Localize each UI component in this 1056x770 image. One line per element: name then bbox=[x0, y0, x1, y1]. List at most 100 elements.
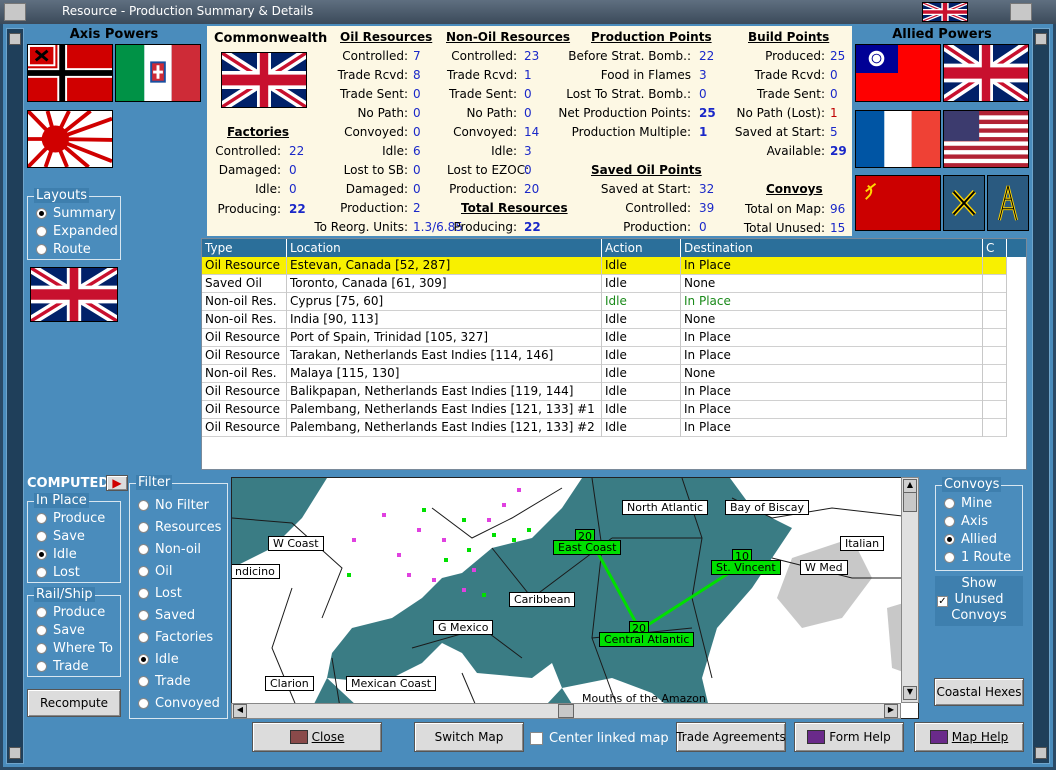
layout-route-option[interactable]: Route bbox=[36, 240, 91, 258]
center-linked-checkbox[interactable] bbox=[530, 731, 543, 745]
rail-ship-option[interactable]: Save bbox=[36, 621, 85, 639]
factories-label: Producing: bbox=[217, 202, 281, 216]
filter-group: Filter No Filter Resources Non-oil Oil Lost S… bbox=[129, 475, 228, 719]
table-row[interactable]: Oil Resource Palembang, Netherlands East … bbox=[202, 401, 1007, 419]
flag-japan[interactable] bbox=[27, 110, 113, 168]
table-row[interactable]: Non-oil Res. India [90, 113] Idle None bbox=[202, 311, 1007, 329]
table-row[interactable]: Oil Resource Balikpapan, Netherlands East… bbox=[202, 383, 1007, 401]
resources-table[interactable]: Type Location Action Destination C Oil R… bbox=[201, 238, 1027, 470]
in-place-option[interactable]: Lost bbox=[36, 563, 80, 581]
map-help-button[interactable]: Map Help bbox=[914, 722, 1024, 752]
radio-icon bbox=[36, 606, 47, 618]
rail-ship-option[interactable]: Trade bbox=[36, 657, 89, 675]
filter-option[interactable]: Convoyed bbox=[138, 694, 220, 712]
header-type[interactable]: Type bbox=[202, 239, 287, 257]
computed-arrow-button[interactable]: ▶ bbox=[106, 475, 128, 491]
flag-germany[interactable] bbox=[27, 44, 113, 102]
form-help-button[interactable]: Form Help bbox=[794, 722, 904, 752]
flag-usa[interactable] bbox=[943, 110, 1029, 168]
close-button[interactable]: Close bbox=[252, 722, 382, 752]
convoys-label: Allied bbox=[961, 531, 997, 547]
table-row[interactable]: Oil Resource Tarakan, Netherlands East In… bbox=[202, 347, 1007, 365]
table-row[interactable]: Non-oil Res. Malaya [115, 130] Idle None bbox=[202, 365, 1007, 383]
flag-commonwealth-small[interactable] bbox=[30, 267, 118, 322]
header-action[interactable]: Action bbox=[602, 239, 681, 257]
map-label-caribbean[interactable]: Caribbean bbox=[509, 592, 576, 607]
map-label-central-atlantic[interactable]: Central Atlantic bbox=[599, 632, 695, 647]
convoys-option[interactable]: 1 Route bbox=[944, 548, 1011, 566]
map-label-clarion[interactable]: Clarion bbox=[265, 676, 314, 691]
flag-france[interactable] bbox=[855, 110, 941, 168]
filter-option[interactable]: Factories bbox=[138, 628, 213, 646]
map-vertical-scrollbar[interactable]: ▲ ▼ bbox=[901, 477, 919, 703]
header-destination[interactable]: Destination bbox=[681, 239, 983, 257]
filter-option[interactable]: Oil bbox=[138, 562, 172, 580]
filter-option[interactable]: No Filter bbox=[138, 496, 209, 514]
rail-ship-option[interactable]: Where To bbox=[36, 639, 113, 657]
recompute-button[interactable]: Recompute bbox=[27, 689, 121, 717]
map-label-ndicino[interactable]: ndicino bbox=[232, 564, 280, 579]
layout-summary-option[interactable]: Summary bbox=[36, 204, 116, 222]
scroll-left-icon[interactable]: ◀ bbox=[233, 704, 247, 718]
in-place-option[interactable]: Save bbox=[36, 527, 85, 545]
rail-up-button[interactable] bbox=[1035, 33, 1047, 45]
world-map[interactable]: North Atlantic Bay of Biscay W Coast 20 … bbox=[231, 477, 919, 719]
table-row[interactable]: Non-oil Res. Cyprus [75, 60] Idle In Place bbox=[202, 293, 1007, 311]
summary-label: Lost to SB: bbox=[343, 163, 408, 177]
flag-ussr[interactable] bbox=[855, 175, 941, 231]
map-label-bay-of-biscay[interactable]: Bay of Biscay bbox=[725, 500, 810, 515]
tools-icon[interactable] bbox=[943, 175, 985, 231]
header-location[interactable]: Location bbox=[287, 239, 602, 257]
map-label-mexican-coast[interactable]: Mexican Coast bbox=[346, 676, 437, 691]
convoys-option[interactable]: Mine bbox=[944, 494, 992, 512]
table-row[interactable]: Saved Oil Toronto, Canada [61, 309] Idle No… bbox=[202, 275, 1007, 293]
map-label-g-mexico[interactable]: G Mexico bbox=[433, 620, 494, 635]
filter-option[interactable]: Lost bbox=[138, 584, 182, 602]
map-label-w-med[interactable]: W Med bbox=[800, 560, 848, 575]
rail-down-button[interactable] bbox=[9, 747, 21, 759]
cell-destination: None bbox=[681, 311, 983, 329]
scroll-thumb[interactable] bbox=[558, 704, 574, 718]
map-label-east-coast[interactable]: East Coast bbox=[553, 540, 622, 555]
rail-down-button[interactable] bbox=[1035, 747, 1047, 759]
filter-option[interactable]: Saved bbox=[138, 606, 195, 624]
rail-up-button[interactable] bbox=[9, 33, 21, 45]
scroll-up-icon[interactable]: ▲ bbox=[903, 479, 917, 493]
show-unused-checkbox[interactable]: ✓ bbox=[937, 596, 948, 607]
scroll-thumb[interactable] bbox=[903, 492, 917, 512]
table-row[interactable]: Oil Resource Palembang, Netherlands East … bbox=[202, 419, 1007, 437]
coastal-hexes-button[interactable]: Coastal Hexes bbox=[934, 678, 1024, 706]
table-row[interactable]: Oil Resource Estevan, Canada [52, 287] Idl… bbox=[202, 257, 1007, 275]
trade-agreements-button[interactable]: Trade Agreements bbox=[676, 722, 786, 752]
convoys-option[interactable]: Axis bbox=[944, 512, 988, 530]
system-menu-button[interactable] bbox=[4, 3, 26, 21]
layout-expanded-option[interactable]: Expanded bbox=[36, 222, 118, 240]
flag-italy[interactable] bbox=[115, 44, 201, 102]
map-label-w-coast[interactable]: W Coast bbox=[268, 536, 324, 551]
scroll-right-icon[interactable]: ▶ bbox=[884, 704, 898, 718]
rail-ship-option[interactable]: Produce bbox=[36, 603, 105, 621]
flag-china[interactable] bbox=[855, 44, 941, 102]
table-row[interactable]: Oil Resource Port of Spain, Trinidad [105… bbox=[202, 329, 1007, 347]
map-label-italian[interactable]: Italian bbox=[840, 536, 885, 551]
map-label-north-atlantic[interactable]: North Atlantic bbox=[622, 500, 709, 515]
filter-option[interactable]: Idle bbox=[138, 650, 179, 668]
radio-icon bbox=[138, 609, 149, 621]
filter-option[interactable]: Trade bbox=[138, 672, 191, 690]
switch-map-button[interactable]: Switch Map bbox=[414, 722, 524, 752]
filter-option[interactable]: Resources bbox=[138, 518, 221, 536]
convoys-option[interactable]: Allied bbox=[944, 530, 997, 548]
filter-option[interactable]: Non-oil bbox=[138, 540, 201, 558]
scroll-down-icon[interactable]: ▼ bbox=[903, 686, 917, 700]
header-c[interactable]: C bbox=[983, 239, 1007, 257]
map-label-st-vincent[interactable]: St. Vincent bbox=[711, 560, 781, 575]
flag-uk[interactable] bbox=[943, 44, 1029, 102]
in-place-option[interactable]: Idle bbox=[36, 545, 77, 563]
close-window-button[interactable] bbox=[1010, 3, 1032, 21]
build-heading: Build Points bbox=[748, 30, 830, 44]
show-unused-convoys[interactable]: Show Unused Convoys ✓ bbox=[935, 576, 1023, 626]
in-place-option[interactable]: Produce bbox=[36, 509, 105, 527]
center-linked-map-toggle[interactable]: Center linked map bbox=[530, 729, 669, 747]
oil-derrick-icon[interactable] bbox=[987, 175, 1029, 231]
map-horizontal-scrollbar[interactable]: ◀ ▶ bbox=[231, 703, 901, 719]
